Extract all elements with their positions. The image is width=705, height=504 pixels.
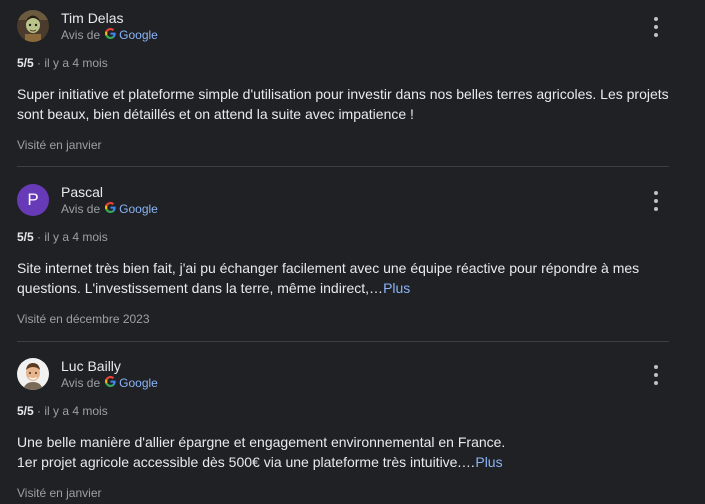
review-header: P Pascal Avis de Google xyxy=(17,184,669,218)
avatar[interactable] xyxy=(17,10,49,42)
review-item: Luc Bailly Avis de Google 5/5 · il y a 4… xyxy=(17,358,669,500)
avatar-photo-icon xyxy=(17,358,49,390)
rating: 5/5 xyxy=(17,56,34,70)
rating: 5/5 xyxy=(17,230,34,244)
review-meta: 5/5 · il y a 4 mois xyxy=(17,230,669,244)
source-prefix: Avis de xyxy=(61,202,101,216)
divider xyxy=(17,166,669,167)
review-text-content: Super initiative et plateforme simple d'… xyxy=(17,86,669,122)
review-text: Super initiative et plateforme simple d'… xyxy=(17,84,669,124)
more-link[interactable]: Plus xyxy=(383,280,410,296)
review-header: Tim Delas Avis de Google xyxy=(17,10,669,44)
author-name[interactable]: Luc Bailly xyxy=(61,358,121,374)
review-time: il y a 4 mois xyxy=(44,404,108,418)
review-source: Avis de Google xyxy=(61,376,158,390)
more-options-icon[interactable] xyxy=(649,15,663,39)
review-meta: 5/5 · il y a 4 mois xyxy=(17,56,669,70)
source-name: Google xyxy=(119,376,158,390)
review-item: Tim Delas Avis de Google 5/5 · il y a 4 … xyxy=(17,10,669,152)
meta-separator: · xyxy=(33,230,45,244)
source-prefix: Avis de xyxy=(61,28,101,42)
review-source: Avis de Google xyxy=(61,202,158,216)
visited-date: Visité en janvier xyxy=(17,486,102,500)
review-meta: 5/5 · il y a 4 mois xyxy=(17,404,669,418)
meta-separator: · xyxy=(33,56,45,70)
review-text: Une belle manière d'allier épargne et en… xyxy=(17,432,669,472)
review-text: Site internet très bien fait, j'ai pu éc… xyxy=(17,258,669,298)
review-source: Avis de Google xyxy=(61,28,158,42)
review-header: Luc Bailly Avis de Google xyxy=(17,358,669,392)
meta-separator: · xyxy=(33,404,45,418)
visited-date: Visité en janvier xyxy=(17,138,102,152)
google-g-icon xyxy=(105,28,116,42)
divider xyxy=(17,341,669,342)
more-options-icon[interactable] xyxy=(649,363,663,387)
avatar[interactable]: P xyxy=(17,184,49,216)
source-name: Google xyxy=(119,28,158,42)
author-name[interactable]: Pascal xyxy=(61,184,103,200)
author-name[interactable]: Tim Delas xyxy=(61,10,124,26)
visited-date: Visité en décembre 2023 xyxy=(17,312,150,326)
review-time: il y a 4 mois xyxy=(44,56,108,70)
google-g-icon xyxy=(105,376,116,390)
source-name: Google xyxy=(119,202,158,216)
avatar[interactable] xyxy=(17,358,49,390)
google-g-icon xyxy=(105,202,116,216)
review-item: P Pascal Avis de Google 5/5 · il y a 4 m… xyxy=(17,184,669,326)
review-time: il y a 4 mois xyxy=(44,230,108,244)
review-text-content: Site internet très bien fait, j'ai pu éc… xyxy=(17,260,640,296)
avatar-photo-icon xyxy=(17,10,49,42)
review-text-content: Une belle manière d'allier épargne et en… xyxy=(17,434,506,470)
more-link[interactable]: Plus xyxy=(475,454,502,470)
more-options-icon[interactable] xyxy=(649,189,663,213)
rating: 5/5 xyxy=(17,404,34,418)
source-prefix: Avis de xyxy=(61,376,101,390)
